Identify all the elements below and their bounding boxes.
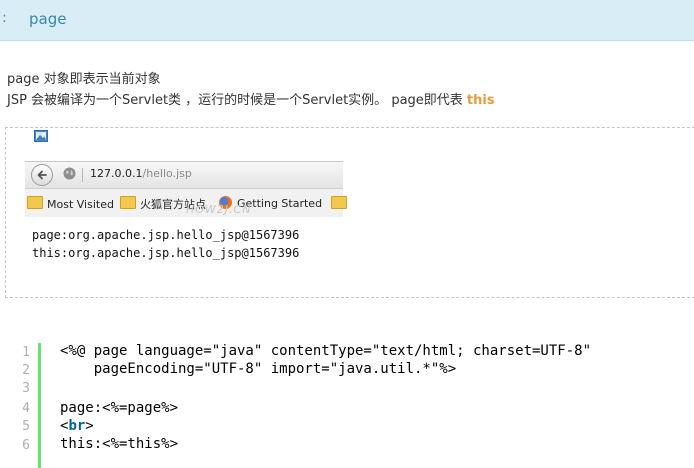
line-number: 2 bbox=[22, 363, 30, 378]
line-number: 4 bbox=[22, 401, 30, 416]
code-line: <%@ page language="java" contentType="te… bbox=[60, 343, 592, 359]
line-number: 1 bbox=[22, 345, 30, 360]
address-bar[interactable]: 127.0.0.1/hello.jsp bbox=[90, 167, 192, 180]
line-number: 5 bbox=[22, 419, 30, 434]
code-tag: br bbox=[68, 418, 86, 434]
line-number: 6 bbox=[22, 438, 30, 453]
description-line-2: JSP 会被编译为一个Servlet类 ，运行的时候是一个Servlet实例。 … bbox=[7, 89, 495, 108]
line-number: 3 bbox=[22, 381, 30, 396]
header-colon: : bbox=[2, 10, 7, 26]
output-line-1: page:org.apache.jsp.hello_jsp@1567396 bbox=[32, 228, 300, 242]
url-separator bbox=[82, 168, 83, 182]
image-icon[interactable] bbox=[34, 130, 48, 142]
back-button[interactable] bbox=[31, 164, 53, 186]
description-line-1: page 对象即表示当前对象 bbox=[7, 72, 161, 87]
browser-toolbar: 127.0.0.1/hello.jsp bbox=[25, 162, 343, 189]
code-line: <br> bbox=[60, 418, 94, 434]
output-line-2: this:org.apache.jsp.hello_jsp@1567396 bbox=[32, 246, 300, 260]
folder-icon bbox=[331, 196, 347, 209]
section-title: page bbox=[29, 10, 67, 28]
bookmark-overflow[interactable] bbox=[331, 196, 351, 211]
folder-icon bbox=[120, 196, 136, 209]
url-path: /hello.jsp bbox=[142, 167, 192, 180]
bookmarks-bar: Most Visited 火狐官方站点 Getting Started bbox=[25, 192, 347, 214]
folder-icon bbox=[27, 196, 43, 209]
browser-screenshot: 127.0.0.1/hello.jsp Most Visited 火狐官方站点 … bbox=[25, 161, 347, 217]
description-text: JSP 会被编译为一个Servlet类 ，运行的时候是一个Servlet实例。 … bbox=[7, 93, 467, 108]
code-block: 1 2 3 4 5 6 <%@ page language="java" con… bbox=[0, 337, 694, 468]
keyword-this: this bbox=[466, 93, 495, 108]
code-line: this:<%=this%> bbox=[60, 436, 179, 452]
bookmark-label: Most Visited bbox=[47, 198, 114, 211]
bookmark-most-visited[interactable]: Most Visited bbox=[27, 196, 114, 211]
code-gutter-bar bbox=[38, 343, 41, 468]
url-host: 127.0.0.1 bbox=[90, 167, 143, 180]
code-line: page:<%=page%> bbox=[60, 400, 179, 416]
code-punct: > bbox=[85, 418, 94, 434]
back-arrow-icon bbox=[37, 170, 47, 180]
globe-icon bbox=[63, 167, 76, 180]
code-line: pageEncoding="UTF-8" import="java.util.*… bbox=[60, 361, 457, 377]
watermark: HOW2J.CN bbox=[186, 203, 252, 216]
section-header: : page bbox=[0, 0, 694, 41]
